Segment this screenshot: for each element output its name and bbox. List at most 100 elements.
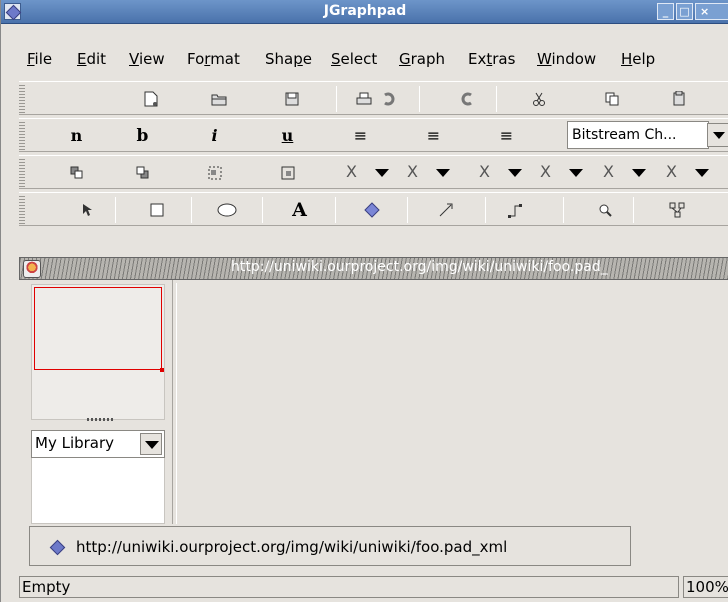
internal-frame-title-bar[interactable]: http://uniwiki.ourproject.org/img/wiki/u…	[19, 257, 728, 280]
toolbar-grip[interactable]	[19, 159, 25, 187]
diamond-tool-button[interactable]	[334, 193, 409, 226]
text-tool-button[interactable]: A	[262, 193, 337, 226]
toolbar-grip[interactable]	[19, 85, 25, 113]
line-begin-value: X	[346, 162, 357, 181]
title-bar[interactable]: JGraphpad _ □ ×	[1, 0, 728, 24]
minimize-button[interactable]: _	[657, 3, 674, 20]
to-front-button[interactable]	[39, 156, 114, 189]
dash-pattern-select[interactable]: X	[536, 160, 594, 186]
document-tab-label: http://uniwiki.ourproject.org/img/wiki/u…	[76, 538, 508, 556]
redo-icon	[461, 92, 472, 105]
library-panel: My Library	[23, 280, 173, 524]
dash-pattern-value: X	[540, 162, 551, 181]
layout-tool-button[interactable]	[639, 193, 714, 226]
cut-button[interactable]	[501, 82, 576, 115]
library-select[interactable]: My Library	[31, 430, 165, 458]
copy-icon	[605, 92, 618, 105]
ungroup-button[interactable]	[250, 156, 325, 189]
menu-bar: File Edit View Format Shape Select Graph…	[1, 44, 728, 74]
chevron-down-icon[interactable]	[627, 161, 651, 185]
standard-toolbar	[19, 81, 728, 115]
normal-font-button[interactable]: n	[39, 119, 114, 152]
bold-button[interactable]: b	[105, 119, 180, 152]
ellipse-tool-button[interactable]	[189, 193, 264, 226]
font-family-select[interactable]: Bitstream Ch...	[567, 121, 709, 149]
line-color-value: X	[603, 162, 614, 181]
close-button[interactable]: ×	[695, 3, 728, 20]
library-cell[interactable]	[34, 287, 164, 372]
line-color-select[interactable]: X	[599, 160, 657, 186]
library-list[interactable]	[31, 458, 165, 524]
status-bar: Empty 100%	[19, 576, 728, 600]
chevron-down-icon[interactable]	[503, 161, 527, 185]
tools-toolbar: A	[19, 192, 728, 226]
line-begin-select[interactable]: X	[342, 160, 400, 186]
menu-file[interactable]: File	[27, 44, 52, 74]
menu-shape[interactable]: Shape	[265, 44, 312, 74]
menu-edit[interactable]: Edit	[77, 44, 106, 74]
chevron-down-icon[interactable]	[431, 161, 455, 185]
status-message: Empty	[19, 576, 679, 598]
redo-button[interactable]	[429, 82, 504, 115]
java-icon[interactable]	[23, 260, 41, 278]
layout-tool-icon	[669, 202, 684, 217]
app-window: JGraphpad _ □ × File Edit View Format Sh…	[0, 0, 728, 602]
toolbar-grip[interactable]	[19, 122, 25, 150]
zoom-level: 100%	[683, 576, 728, 598]
menu-view[interactable]: View	[129, 44, 165, 74]
align-center-button[interactable]: ≡	[396, 119, 471, 152]
diamond-icon	[49, 539, 66, 556]
internal-frame-title: http://uniwiki.ourproject.org/img/wiki/u…	[231, 259, 608, 275]
orthogonal-edge-tool-button[interactable]	[477, 193, 552, 226]
paste-button[interactable]	[641, 82, 716, 115]
line-end-select[interactable]: X	[403, 160, 461, 186]
new-button[interactable]	[113, 82, 188, 115]
graph-canvas[interactable]	[176, 283, 728, 524]
splitter-handle[interactable]	[87, 418, 113, 421]
open-icon	[211, 94, 226, 105]
undo-icon	[383, 92, 394, 105]
ellipse-tool-icon	[217, 203, 236, 216]
library-preview[interactable]	[31, 284, 165, 420]
save-button[interactable]	[254, 82, 329, 115]
library-select-value: My Library	[35, 434, 115, 452]
menu-select[interactable]: Select	[331, 44, 377, 74]
copy-button[interactable]	[574, 82, 649, 115]
menu-graph[interactable]: Graph	[399, 44, 445, 74]
line-width-select[interactable]: X	[475, 160, 533, 186]
toolbar-grip[interactable]	[19, 196, 25, 224]
align-left-button[interactable]: ≡	[323, 119, 398, 152]
line-end-value: X	[407, 162, 418, 181]
save-icon	[285, 92, 298, 105]
zoom-tool-button[interactable]	[567, 193, 642, 226]
edge-tool-button[interactable]	[408, 193, 483, 226]
chevron-down-icon[interactable]	[370, 161, 394, 185]
menu-extras[interactable]: Extras	[468, 44, 515, 74]
undo-button[interactable]	[351, 82, 426, 115]
group-button[interactable]	[177, 156, 252, 189]
font-family-dropdown-button[interactable]	[707, 123, 728, 147]
cut-icon	[532, 92, 545, 106]
open-button[interactable]	[181, 82, 256, 115]
zoom-tool-icon	[599, 204, 612, 217]
fill-color-value: X	[666, 162, 677, 181]
underline-button[interactable]: u	[250, 119, 325, 152]
select-tool-button[interactable]	[49, 193, 124, 226]
maximize-button[interactable]: □	[676, 3, 693, 20]
to-back-button[interactable]	[105, 156, 180, 189]
menu-format[interactable]: Format	[187, 44, 240, 74]
chevron-down-icon[interactable]	[564, 161, 588, 185]
rectangle-tool-button[interactable]	[119, 193, 194, 226]
align-right-button[interactable]: ≡	[469, 119, 544, 152]
format-toolbar: n b i u ≡ ≡ ≡ Bitstream Ch...	[19, 118, 728, 152]
menu-help[interactable]: Help	[621, 44, 655, 74]
italic-button[interactable]: i	[177, 119, 252, 152]
rectangle-tool-icon	[150, 203, 163, 216]
chevron-down-icon[interactable]	[140, 433, 162, 455]
menu-window[interactable]: Window	[537, 44, 596, 74]
document-tab[interactable]: http://uniwiki.ourproject.org/img/wiki/u…	[29, 526, 631, 566]
fill-color-select[interactable]: X	[662, 160, 720, 186]
chevron-down-icon[interactable]	[690, 161, 714, 185]
resize-handle[interactable]	[160, 368, 164, 372]
arrange-toolbar: X X X X X X	[19, 155, 728, 189]
